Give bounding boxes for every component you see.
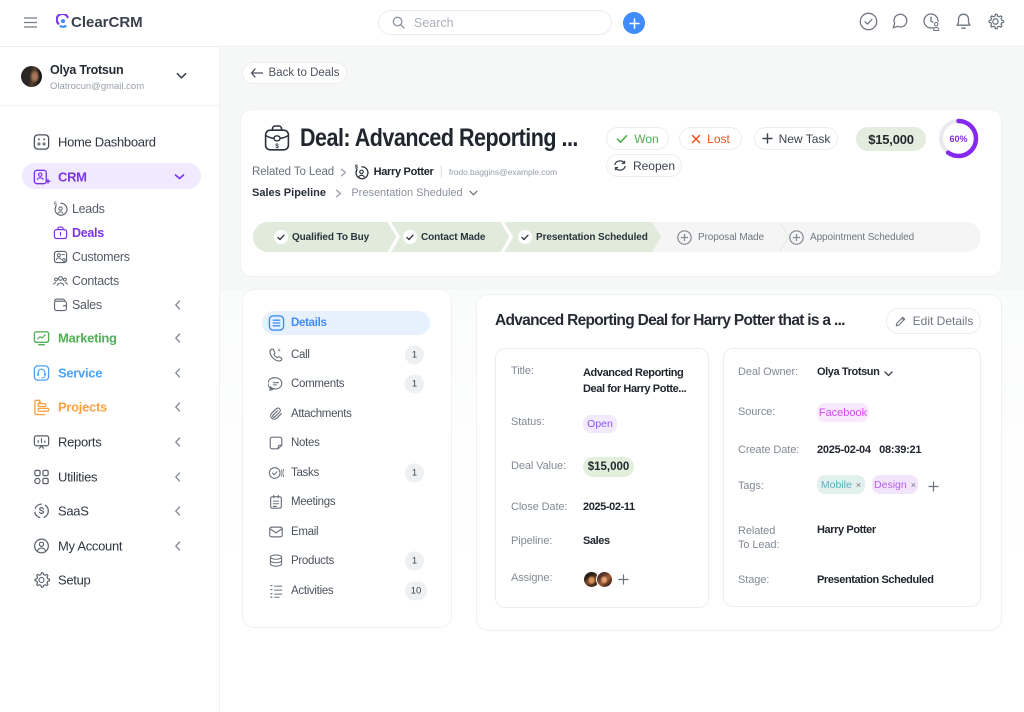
svg-text:$: $ [275,143,279,150]
svg-text:$: $ [355,164,358,170]
svg-text:5: 5 [54,201,57,207]
